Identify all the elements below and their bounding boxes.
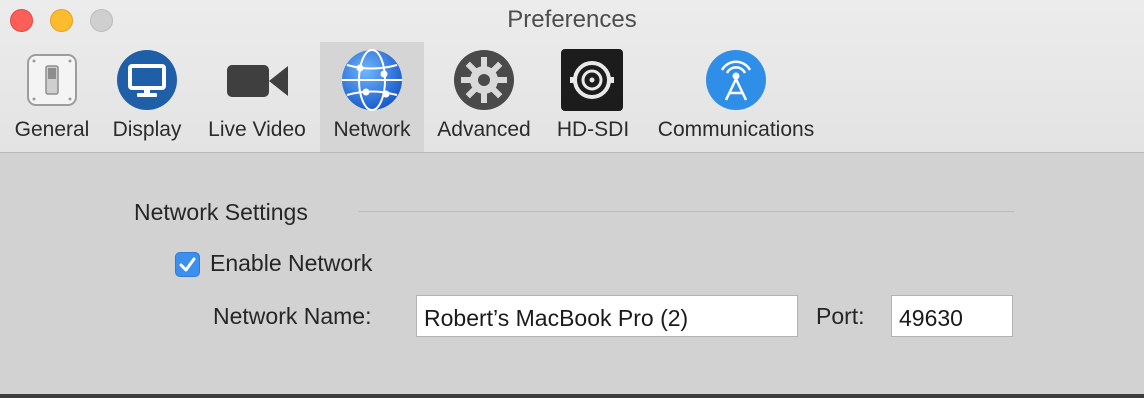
tab-label: HD-SDI — [556, 118, 630, 141]
antenna-icon — [706, 50, 766, 110]
video-camera-icon — [227, 65, 288, 97]
enable-network-checkbox[interactable] — [175, 252, 200, 277]
gear-icon — [454, 50, 514, 110]
tab-label: Network — [333, 118, 411, 141]
tab-communications[interactable]: Communications — [645, 42, 827, 152]
tab-hd-sdi[interactable]: HD-SDI — [548, 42, 638, 152]
switch-icon — [27, 54, 77, 106]
network-settings-title: Network Settings — [134, 199, 308, 225]
window-title: Preferences — [507, 6, 637, 33]
tab-network[interactable]: Network — [320, 42, 424, 152]
tab-label: Communications — [657, 118, 815, 141]
port-label: Port: — [816, 303, 865, 329]
tab-advanced[interactable]: Advanced — [430, 42, 538, 152]
globe-network-icon — [342, 49, 402, 111]
preferences-window: Preferences General Display Live Video N… — [0, 0, 1144, 394]
network-name-field[interactable]: Robert’s MacBook Pro (2) — [416, 295, 798, 337]
checkmark-icon — [179, 257, 196, 272]
section-divider — [358, 211, 1014, 212]
tab-display[interactable]: Display — [103, 42, 191, 152]
port-field[interactable]: 49630 — [891, 295, 1013, 337]
toolbar: Preferences General Display Live Video N… — [0, 0, 1144, 153]
network-name-label: Network Name: — [213, 303, 372, 329]
tab-label: Live Video — [208, 118, 306, 141]
tab-label: Display — [112, 118, 182, 141]
tab-general[interactable]: General — [6, 42, 98, 152]
tab-label: Advanced — [437, 118, 531, 141]
window-bottom-edge — [0, 394, 1144, 398]
tab-live-video[interactable]: Live Video — [198, 42, 316, 152]
enable-network-label[interactable]: Enable Network — [210, 250, 372, 277]
tab-label: General — [14, 118, 90, 141]
bnc-connector-icon — [561, 49, 623, 111]
display-icon — [117, 50, 177, 110]
